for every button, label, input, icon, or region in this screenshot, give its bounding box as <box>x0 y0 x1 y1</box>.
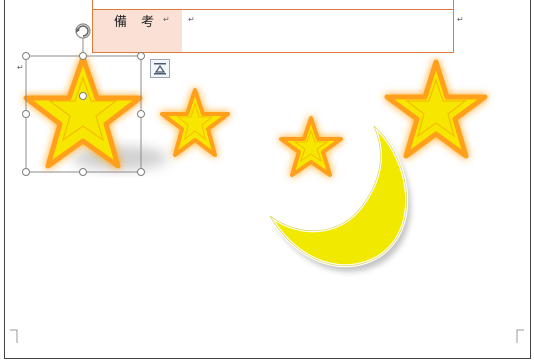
rotate-handle-icon[interactable] <box>75 23 91 39</box>
resize-handle-n <box>79 52 87 60</box>
crop-mark-bottom-left <box>10 329 18 343</box>
star-large-right[interactable] <box>384 59 488 159</box>
resize-handle-e <box>137 110 145 118</box>
resize-handle-s <box>79 168 87 176</box>
resize-handle-ne <box>137 52 145 60</box>
layout-options-button[interactable] <box>150 59 170 78</box>
crop-mark-bottom-right <box>516 329 524 343</box>
resize-handle-nw <box>22 52 30 60</box>
resize-handle-center <box>79 92 87 100</box>
star-small[interactable] <box>279 116 343 177</box>
resize-handle-w <box>22 110 30 118</box>
resize-handle-se <box>137 168 145 176</box>
resize-handle-sw <box>22 168 30 176</box>
star-large-selected[interactable] <box>23 55 168 170</box>
layout-options-icon <box>154 63 166 75</box>
drawing-canvas <box>10 23 524 343</box>
star-medium[interactable] <box>160 88 230 157</box>
